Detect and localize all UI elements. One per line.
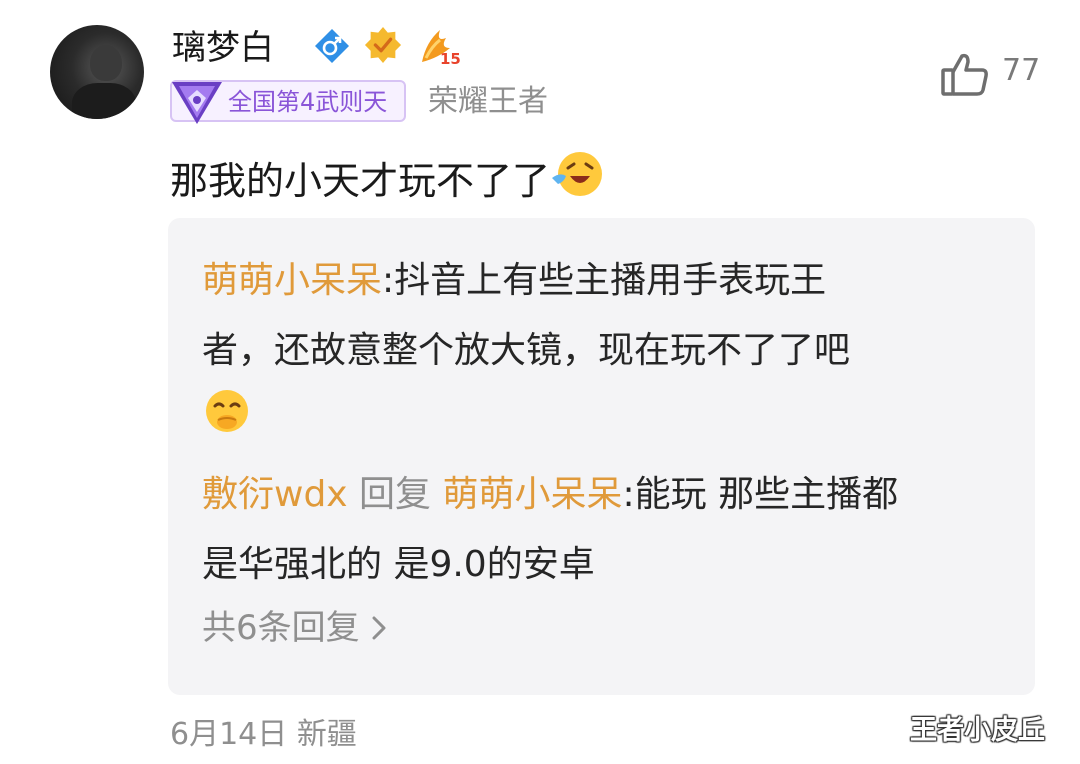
rank-tag-label: 全国第4武则天 (228, 88, 388, 116)
rank-title: 荣耀王者 (428, 84, 548, 119)
crying-laughing-emoji (550, 148, 606, 214)
rank-tag[interactable]: 全国第4武则天 (170, 80, 406, 124)
avatar-body-shape (72, 83, 136, 119)
verified-badge-icon (364, 26, 402, 64)
comment-text: 那我的小天才玩不了了 (170, 148, 606, 214)
reply-item[interactable]: 萌萌小呆呆:抖音上有些主播用手表玩王 者，还故意整个放大镜，现在玩不了了吧 (202, 246, 982, 460)
replies-panel: 萌萌小呆呆:抖音上有些主播用手表玩王 者，还故意整个放大镜，现在玩不了了吧 敷衍… (168, 218, 1035, 695)
reply-text-line2: 是华强北的 是9.0的安卓 (202, 544, 595, 585)
like-count: 77 (1002, 53, 1041, 88)
male-icon (313, 27, 351, 65)
reply-separator: : (622, 474, 635, 515)
reply-author[interactable]: 敷衍wdx (202, 474, 348, 515)
avatar-head-shape (90, 45, 122, 81)
reply-text-line2: 者，还故意整个放大镜，现在玩不了了吧 (202, 330, 851, 371)
comment-meta: 6月14日 新疆 (170, 716, 357, 754)
reply-text-line1: 能玩 那些主播都 (634, 474, 899, 515)
avatar[interactable] (50, 25, 144, 119)
comment-body: 那我的小天才玩不了了 (170, 159, 551, 203)
reply-separator: : (382, 260, 395, 301)
view-more-replies-link[interactable]: 共6条回复 (202, 606, 388, 650)
more-replies-label: 共6条回复 (202, 608, 360, 648)
reply-text-line1: 抖音上有些主播用手表玩王 (394, 260, 827, 301)
giggle-emoji (202, 386, 252, 460)
comment-location: 新疆 (296, 717, 357, 752)
reply-to-user[interactable]: 萌萌小呆呆 (443, 474, 623, 515)
username[interactable]: 璃梦白 (172, 28, 274, 68)
thumbs-up-icon[interactable] (940, 52, 990, 98)
reply-item[interactable]: 敷衍wdx 回复 萌萌小呆呆:能玩 那些主播都 是华强北的 是9.0的安卓 (202, 460, 982, 600)
comment-card: 璃梦白 15 全国第4武则天 荣耀王者 77 那我的小天才玩不了了 萌萌小呆呆:… (0, 0, 1080, 764)
level-number: 15 (440, 50, 460, 68)
watermark: 王者小皮丘 (910, 715, 1045, 746)
comment-date: 6月14日 (170, 717, 288, 752)
reply-author[interactable]: 萌萌小呆呆 (202, 260, 382, 301)
chevron-right-icon (370, 608, 388, 648)
rank-emblem-icon (170, 76, 224, 128)
reply-action-word: 回复 (347, 474, 443, 515)
level-badge-icon: 15 (416, 24, 460, 68)
